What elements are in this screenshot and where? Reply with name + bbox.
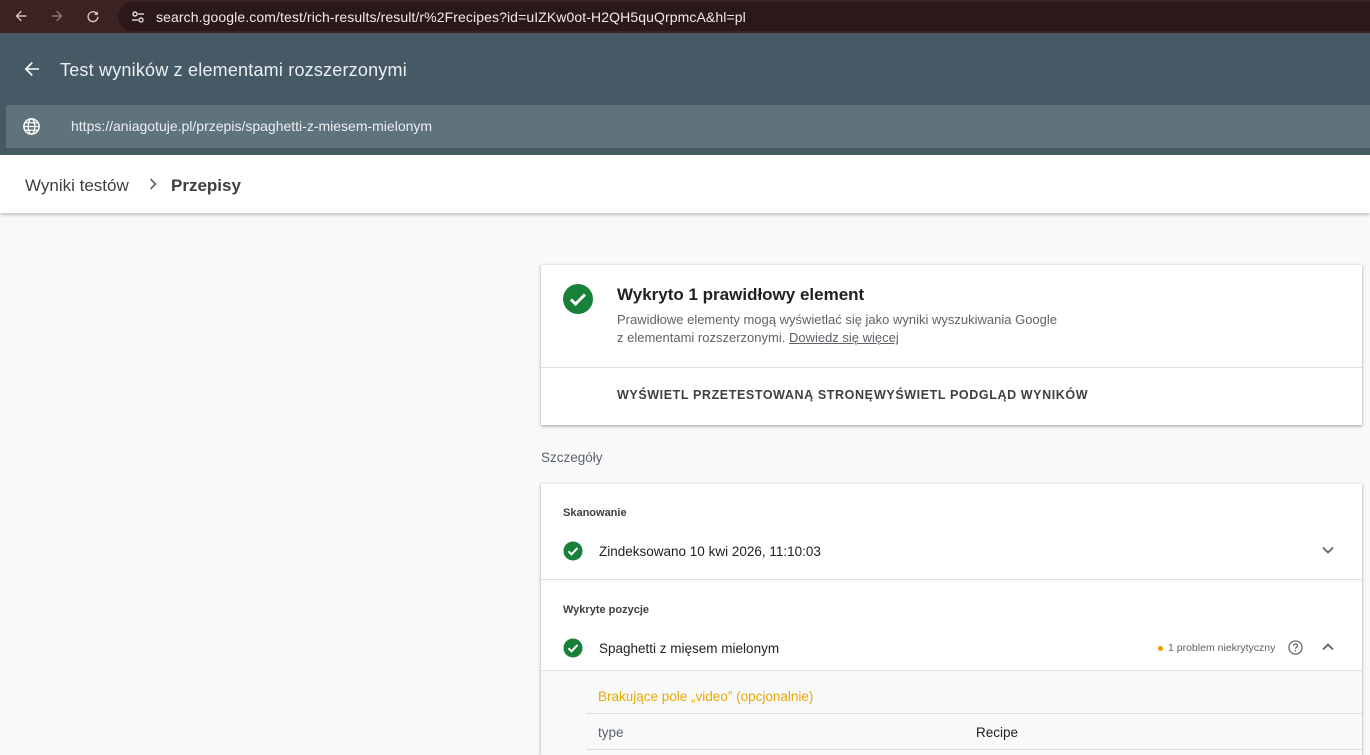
check-circle-icon	[563, 541, 583, 561]
item-details-panel: Brakujące pole „video” (opcjonalnie) typ…	[541, 670, 1362, 755]
chevron-right-icon	[146, 177, 160, 191]
divider	[541, 367, 1362, 368]
property-key: type	[598, 725, 624, 740]
property-value: Recipe	[976, 725, 1019, 740]
issue-count-text: 1 problem niekrytyczny	[1168, 642, 1276, 654]
divider	[586, 713, 1362, 714]
divider	[586, 749, 1362, 750]
help-icon[interactable]	[1288, 640, 1303, 655]
details-card: Skanowanie Zindeksowano 10 kwi 2026, 11:…	[541, 484, 1362, 755]
back-icon[interactable]	[10, 5, 32, 27]
summary-desc-line2: z elementami rozszerzonymi.	[617, 330, 786, 345]
chevron-down-icon[interactable]	[1320, 542, 1336, 558]
summary-description: Prawidłowe elementy mogą wyświetlać się …	[617, 311, 1097, 347]
crawl-status[interactable]: Zindeksowano 10 kwi 2026, 11:10:03	[599, 544, 821, 559]
summary-desc-line1: Prawidłowe elementy mogą wyświetlać się …	[617, 312, 1058, 327]
detected-item-name[interactable]: Spaghetti z mięsem mielonym	[599, 641, 779, 656]
check-circle-icon	[562, 283, 594, 315]
browser-toolbar: search.google.com/test/rich-results/resu…	[0, 0, 1370, 33]
app-header: Test wyników z elementami rozszerzonymi …	[0, 33, 1370, 155]
forward-icon[interactable]	[46, 5, 68, 27]
chevron-up-icon[interactable]	[1320, 639, 1336, 655]
globe-icon	[22, 117, 41, 136]
detected-items-label: Wykryte pozycje	[563, 604, 650, 616]
site-settings-icon[interactable]	[130, 9, 146, 25]
view-tested-page-button[interactable]: WYŚWIETL PRZETESTOWANĄ STRONĘ	[617, 388, 874, 402]
address-url[interactable]: search.google.com/test/rich-results/resu…	[156, 9, 746, 25]
breadcrumb: Wyniki testów Przepisy	[0, 155, 1370, 213]
tested-url-bar[interactable]: https://aniagotuje.pl/przepis/spaghetti-…	[6, 105, 1370, 148]
issue-count-badge: 1 problem niekrytyczny	[1158, 642, 1275, 654]
crawl-section-label: Skanowanie	[563, 507, 627, 519]
warning-dot-icon	[1158, 645, 1163, 651]
details-heading: Szczegóły	[541, 450, 603, 465]
reload-icon[interactable]	[82, 5, 104, 27]
view-preview-button[interactable]: WYŚWIETL PODGLĄD WYNIKÓW	[874, 388, 1088, 402]
learn-more-link[interactable]: Dowiedz się więcej	[789, 330, 899, 345]
summary-card: Wykryto 1 prawidłowy element Prawidłowe …	[541, 265, 1362, 425]
breadcrumb-current: Przepisy	[171, 176, 241, 195]
tested-url: https://aniagotuje.pl/przepis/spaghetti-…	[71, 118, 433, 134]
divider	[541, 579, 1362, 580]
summary-title: Wykryto 1 prawidłowy element	[617, 285, 865, 304]
page-title: Test wyników z elementami rozszerzonymi	[60, 60, 407, 80]
check-circle-icon	[563, 638, 583, 658]
breadcrumb-parent[interactable]: Wyniki testów	[25, 176, 129, 196]
missing-field-warning[interactable]: Brakujące pole „video” (opcjonalnie)	[598, 689, 813, 704]
address-bar[interactable]: search.google.com/test/rich-results/resu…	[118, 2, 1370, 31]
back-arrow-icon[interactable]	[22, 59, 42, 79]
